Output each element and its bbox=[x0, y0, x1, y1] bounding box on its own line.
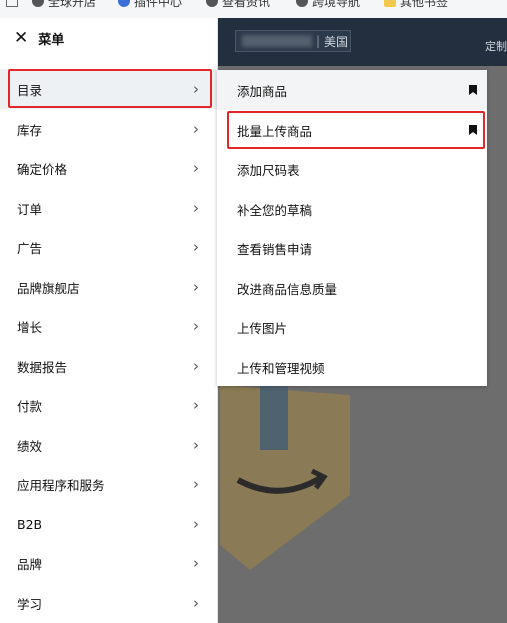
menu-item-label: 品牌 bbox=[17, 556, 43, 572]
submenu-item-add-product[interactable]: 添加商品 bbox=[217, 70, 487, 110]
chevron-right-icon: › bbox=[193, 199, 199, 217]
submenu-item-selling-applications[interactable]: 查看销售申请 bbox=[217, 228, 487, 268]
submenu-item-label: 改进商品信息质量 bbox=[237, 281, 338, 297]
customize-link[interactable]: 定制 bbox=[485, 38, 507, 54]
submenu-item-manage-videos[interactable]: 上传和管理视频 bbox=[217, 347, 487, 387]
submenu-item-label: 补全您的草稿 bbox=[237, 202, 313, 218]
menu-item-pricing[interactable]: 确定价格 › bbox=[0, 148, 217, 188]
checkbox-icon[interactable] bbox=[6, 0, 18, 7]
menu-item-label: 应用程序和服务 bbox=[17, 477, 105, 493]
menu-item-performance[interactable]: 绩效 › bbox=[0, 425, 217, 465]
account-name-redacted bbox=[242, 35, 312, 47]
submenu-item-label: 添加商品 bbox=[237, 83, 288, 99]
menu-title: 菜单 bbox=[38, 32, 65, 48]
menu-item-brand-stores[interactable]: 品牌旗舰店 › bbox=[0, 267, 217, 307]
menu-item-orders[interactable]: 订单 › bbox=[0, 188, 217, 228]
bookmark-item[interactable]: 插件中心 bbox=[118, 0, 182, 10]
app-header: | 美国 定制 bbox=[217, 18, 507, 66]
account-switcher[interactable]: | 美国 bbox=[235, 30, 351, 52]
menu-item-b2b[interactable]: B2B › bbox=[0, 504, 217, 544]
chevron-right-icon: › bbox=[193, 159, 199, 177]
bookmark-icon[interactable] bbox=[469, 85, 477, 95]
chevron-right-icon: › bbox=[193, 238, 199, 256]
submenu-item-label: 上传图片 bbox=[237, 320, 288, 336]
bookmark-label: 跨境导航 bbox=[312, 0, 361, 9]
bookmark-item[interactable]: 其他书签 bbox=[384, 0, 448, 10]
chevron-right-icon: › bbox=[193, 278, 199, 296]
menu-item-label: 确定价格 bbox=[17, 161, 68, 177]
menu-item-label: 付款 bbox=[17, 398, 43, 414]
amazon-box-illustration bbox=[220, 385, 350, 570]
bookmark-label: 查看资讯 bbox=[222, 0, 271, 9]
submenu-item-complete-drafts[interactable]: 补全您的草稿 bbox=[217, 189, 487, 229]
menu-item-brands[interactable]: 品牌 › bbox=[0, 543, 217, 583]
close-icon[interactable]: ✕ bbox=[14, 28, 28, 48]
submenu-item-label: 查看销售申请 bbox=[237, 241, 313, 257]
menu-item-label: 增长 bbox=[17, 319, 43, 335]
menu-item-label: 品牌旗舰店 bbox=[17, 280, 80, 296]
menu-header: ✕ 菜单 bbox=[0, 18, 217, 58]
chevron-right-icon: › bbox=[193, 475, 199, 493]
chevron-right-icon: › bbox=[193, 594, 199, 612]
chevron-right-icon: › bbox=[193, 436, 199, 454]
chevron-right-icon: › bbox=[193, 317, 199, 335]
folder-icon bbox=[384, 0, 396, 7]
bookmarks-bar: 全球开店 插件中心 查看资讯 跨境导航 其他书签 bbox=[0, 0, 507, 19]
menu-item-inventory[interactable]: 库存 › bbox=[0, 109, 217, 149]
plugin-icon bbox=[118, 0, 130, 7]
menu-item-label: 数据报告 bbox=[17, 359, 68, 375]
bookmark-item[interactable]: 跨境导航 bbox=[296, 0, 360, 10]
submenu-item-label: 上传和管理视频 bbox=[237, 360, 325, 376]
submenu-item-label: 添加尺码表 bbox=[237, 162, 300, 178]
menu-item-label: 学习 bbox=[17, 596, 43, 612]
highlight-box-bulk-upload bbox=[227, 111, 485, 149]
chevron-right-icon: › bbox=[193, 357, 199, 375]
menu-item-label: 订单 bbox=[17, 201, 43, 217]
menu-item-advertising[interactable]: 广告 › bbox=[0, 227, 217, 267]
marketplace-label: 美国 bbox=[324, 34, 349, 49]
divider: | bbox=[316, 34, 321, 48]
menu-item-label: 广告 bbox=[17, 240, 43, 256]
submenu-item-listing-quality[interactable]: 改进商品信息质量 bbox=[217, 268, 487, 308]
menu-item-apps-services[interactable]: 应用程序和服务 › bbox=[0, 464, 217, 504]
bookmark-label: 其他书签 bbox=[400, 0, 449, 9]
chevron-right-icon: › bbox=[193, 120, 199, 138]
menu-item-label: 库存 bbox=[17, 122, 43, 138]
chevron-right-icon: › bbox=[193, 515, 199, 533]
menu-item-payments[interactable]: 付款 › bbox=[0, 385, 217, 425]
highlight-box-catalog bbox=[8, 69, 212, 108]
bookmark-item[interactable]: 查看资讯 bbox=[206, 0, 270, 10]
menu-item-learn[interactable]: 学习 › bbox=[0, 583, 217, 623]
chevron-right-icon: › bbox=[193, 396, 199, 414]
submenu-item-size-chart[interactable]: 添加尺码表 bbox=[217, 149, 487, 189]
menu-item-label: B2B bbox=[17, 516, 43, 532]
globe-icon bbox=[32, 0, 44, 7]
bookmark-checkbox-area bbox=[6, 0, 18, 10]
bookmark-item[interactable]: 全球开店 bbox=[32, 0, 96, 10]
menu-item-growth[interactable]: 增长 › bbox=[0, 306, 217, 346]
menu-item-reports[interactable]: 数据报告 › bbox=[0, 346, 217, 386]
menu-item-label: 绩效 bbox=[17, 438, 43, 454]
globe-icon bbox=[296, 0, 308, 7]
globe-icon bbox=[206, 0, 218, 7]
bookmark-label: 全球开店 bbox=[48, 0, 97, 9]
submenu-item-upload-images[interactable]: 上传图片 bbox=[217, 307, 487, 347]
bookmark-label: 插件中心 bbox=[134, 0, 183, 9]
chevron-right-icon: › bbox=[193, 554, 199, 572]
